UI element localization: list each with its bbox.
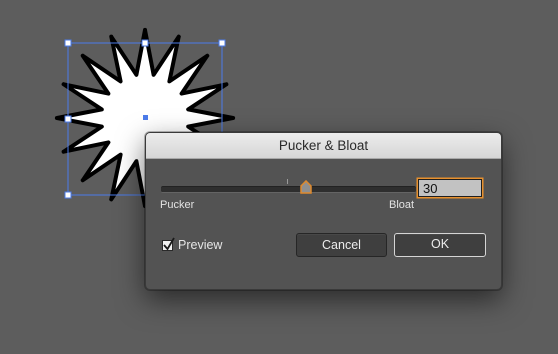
selection-handle[interactable] (141, 39, 149, 47)
preview-checkbox[interactable] (162, 237, 175, 251)
dialog-title-bar[interactable]: Pucker & Bloat (146, 133, 501, 159)
selection-handle[interactable] (64, 191, 72, 199)
preview-label: Preview (178, 238, 223, 252)
slider-thumb-icon[interactable] (299, 180, 313, 194)
selection-handle[interactable] (64, 115, 72, 123)
dialog-title: Pucker & Bloat (278, 138, 369, 153)
ok-button[interactable]: OK (394, 233, 486, 257)
slider-label-bloat: Bloat (389, 199, 415, 211)
slider-zero-tick (287, 179, 288, 184)
selection-handle[interactable] (64, 39, 72, 47)
checkmark-icon (163, 237, 175, 251)
selection-handle[interactable] (218, 39, 226, 47)
amount-input[interactable] (418, 179, 482, 197)
pucker-bloat-dialog: Pucker & Bloat Pucker Bloat Preview Canc… (145, 132, 502, 290)
pucker-bloat-slider-track[interactable] (161, 186, 416, 193)
slider-label-pucker: Pucker (160, 199, 195, 211)
preview-checkbox-group[interactable]: Preview (162, 237, 222, 253)
cancel-button[interactable]: Cancel (296, 233, 387, 257)
selection-center-point (143, 115, 148, 120)
